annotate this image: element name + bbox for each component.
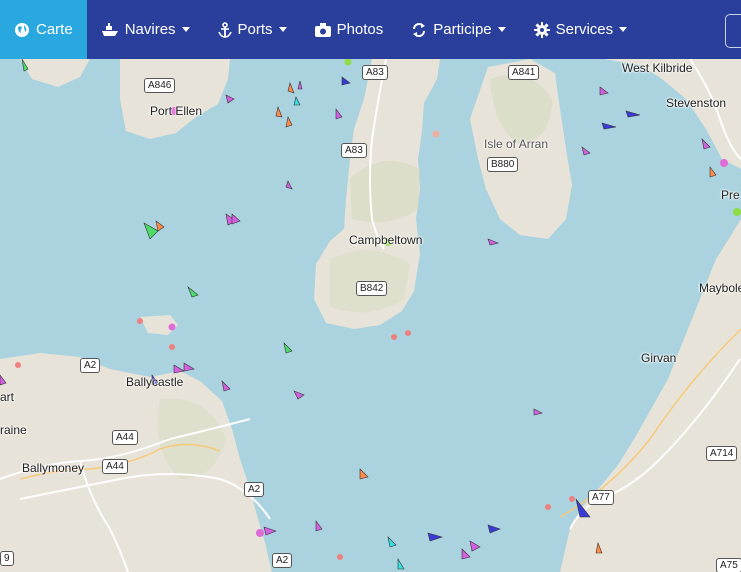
place-label-stevenston: Stevenston [666,96,727,110]
vessel-marker [231,213,241,225]
place-label-art: art [0,390,15,404]
place-label-port-ellen: Port Ellen [150,104,203,118]
road-shield-a75: A75 [716,558,741,572]
vessel-marker [533,408,543,416]
vessel-marker [143,222,159,240]
jura-land [20,59,90,87]
vessel-marker [187,286,199,298]
vessel-marker [285,180,293,190]
vessel-marker [155,220,165,232]
vessel-marker [599,86,609,96]
vessel-marker [275,105,283,118]
vessel-marker [173,364,185,374]
map-canvas[interactable]: West Kilbride Stevenston Pre Port Ellen … [0,59,741,572]
vessel-marker [263,526,277,536]
vessel-marker [709,166,717,178]
road-shield-a2: A2 [272,553,293,568]
vessel-marker [335,108,343,120]
nav-ports-label: Ports [237,21,273,38]
nav-services-label: Services [555,21,614,38]
nav-participe[interactable]: Participe [397,0,519,59]
nav-photos-label: Photos [336,21,384,38]
road-shield-a846: A846 [144,78,176,93]
vessel-marker [397,557,405,570]
place-label-pre: Pre [721,188,740,202]
road-shield-a83: A83 [341,143,367,158]
vessel-marker [285,116,293,128]
road-shield-a2: A2 [244,482,265,497]
vessel-marker [287,82,295,94]
nav-ports[interactable]: Ports [204,0,301,59]
vessel-marker [581,146,591,156]
vessel-marker [601,122,617,130]
place-label-isle-of-arran: Isle of Arran [484,137,549,151]
road-shield-a83: A83 [362,65,388,80]
vessel-marker [387,536,397,548]
vessel-marker [315,520,323,532]
nav-carte-label: Carte [36,21,73,38]
vessel-marker [427,532,444,542]
camera-icon [314,22,331,37]
vessel-marker [625,110,641,118]
top-navbar: Carte Navires Ports Photos Participe Ser… [0,0,741,59]
road-shield-a2: A2 [80,358,101,373]
vessel-marker [283,342,293,354]
road-shield-b842: B842 [356,281,388,296]
vessel-marker [487,238,499,246]
chevron-down-icon [619,27,628,32]
ayrshire-land [604,59,741,169]
place-label-campbeltown: Campbeltown [349,233,423,247]
vessel-marker [225,94,235,104]
road-shield-a77: A77 [588,490,614,505]
place-label-ballycastle: Ballycastle [126,375,184,389]
ship-icon [101,22,119,37]
gear-icon [533,21,550,38]
nav-navires[interactable]: Navires [87,0,204,59]
road-shield-a44: A44 [112,430,138,445]
vessel-marker [293,96,301,106]
chevron-down-icon [278,27,287,32]
place-label-maybole: Maybole [699,281,741,295]
vessel-marker [341,76,351,86]
anchor-icon [217,21,232,38]
refresh-icon [411,22,427,38]
vessel-marker [183,362,195,372]
nav-navires-label: Navires [124,21,176,38]
place-label-west-kilbride: West Kilbride [622,61,693,75]
vessel-marker [359,468,369,480]
vessel-marker [701,138,711,150]
nav-photos[interactable]: Photos [301,0,398,59]
place-label-girvan: Girvan [641,351,677,365]
search-button[interactable] [725,14,741,48]
islay-land [120,59,230,139]
road-shield-a44: A44 [102,459,128,474]
place-label-ballymoney: Ballymoney [22,461,85,475]
nav-services[interactable]: Services [520,0,642,59]
vessel-marker [297,80,303,90]
chevron-down-icon [497,27,506,32]
nav-participe-label: Participe [433,21,492,38]
chevron-down-icon [181,27,190,32]
nav-carte[interactable]: Carte [0,0,87,59]
road-shield-a714: A714 [706,446,738,461]
vessel-marker [221,380,231,392]
vessel-marker [461,548,471,560]
map-base-layer [0,59,741,572]
globe-icon [14,22,30,38]
place-label-raine: raine [0,423,27,437]
vessel-marker [469,540,481,552]
road-shield-9: 9 [0,551,14,566]
vessel-marker [487,524,501,534]
road-shield-a841: A841 [508,65,540,80]
road-shield-b880: B880 [487,157,519,172]
vessel-marker [293,390,305,400]
